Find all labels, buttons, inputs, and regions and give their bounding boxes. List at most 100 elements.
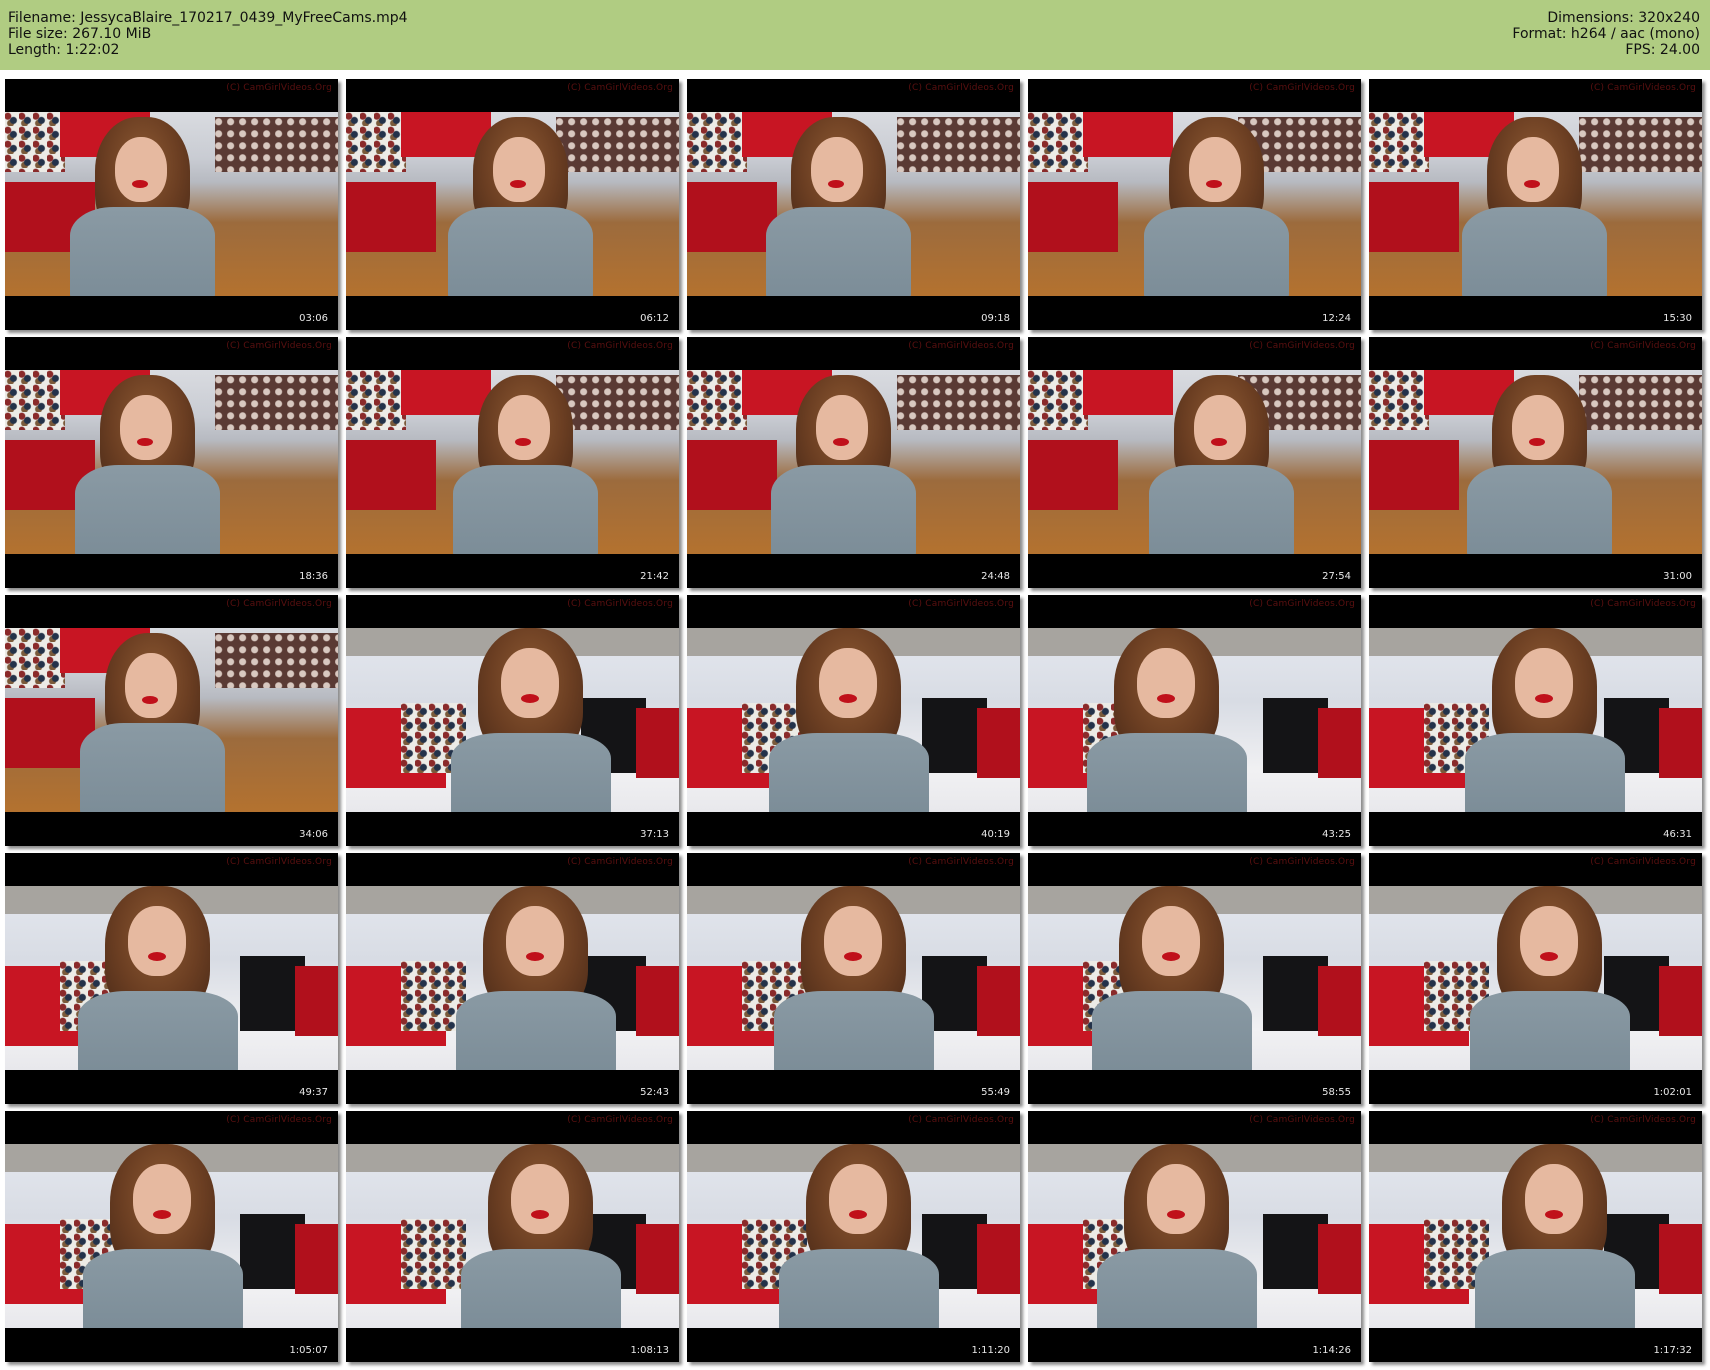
person-top-shape	[75, 465, 220, 554]
video-thumbnail[interactable]: (C) CamGirlVideos.Org 1:14:26	[1028, 1111, 1361, 1362]
video-frame	[346, 886, 679, 1070]
bed-shape	[215, 117, 338, 172]
video-thumbnail[interactable]: (C) CamGirlVideos.Org 1:08:13	[346, 1111, 679, 1362]
timestamp-label: 03:06	[299, 313, 328, 324]
person-top-shape	[766, 207, 911, 296]
video-thumbnail[interactable]: (C) CamGirlVideos.Org 1:02:01	[1369, 853, 1702, 1104]
person-top-shape	[451, 733, 611, 812]
video-thumbnail[interactable]: (C) CamGirlVideos.Org 34:06	[5, 595, 338, 846]
person-face-shape	[493, 137, 545, 202]
sofa-shape	[687, 440, 777, 510]
person-face-shape	[115, 137, 167, 202]
video-thumbnail[interactable]: (C) CamGirlVideos.Org 1:11:20	[687, 1111, 1020, 1362]
person-face-shape	[125, 653, 177, 718]
person-top-shape	[80, 723, 225, 812]
pillow-shape	[5, 370, 65, 430]
timestamp-label: 21:42	[640, 571, 669, 582]
person-lips-shape	[833, 438, 849, 446]
video-thumbnail[interactable]: (C) CamGirlVideos.Org 21:42	[346, 337, 679, 588]
person-lips-shape	[148, 952, 166, 961]
pillow-shape	[1369, 370, 1429, 430]
video-thumbnail[interactable]: (C) CamGirlVideos.Org 1:17:32	[1369, 1111, 1702, 1362]
watermark-text: (C) CamGirlVideos.Org	[1249, 857, 1355, 867]
person-face-shape	[1520, 906, 1578, 976]
sofa-shape	[636, 1224, 679, 1294]
video-thumbnail[interactable]: (C) CamGirlVideos.Org 15:30	[1369, 79, 1702, 330]
person-lips-shape	[510, 180, 526, 188]
timestamp-label: 46:31	[1663, 829, 1692, 840]
video-thumbnail[interactable]: (C) CamGirlVideos.Org 37:13	[346, 595, 679, 846]
person-top-shape	[774, 991, 934, 1070]
video-thumbnail[interactable]: (C) CamGirlVideos.Org 49:37	[5, 853, 338, 1104]
pillow-shape	[401, 1219, 466, 1289]
watermark-text: (C) CamGirlVideos.Org	[1249, 599, 1355, 609]
video-thumbnail[interactable]: (C) CamGirlVideos.Org 40:19	[687, 595, 1020, 846]
video-frame	[1028, 886, 1361, 1070]
bed-shape	[1579, 117, 1702, 172]
video-frame	[1028, 1144, 1361, 1328]
person-top-shape	[1470, 991, 1630, 1070]
watermark-text: (C) CamGirlVideos.Org	[567, 341, 673, 351]
video-thumbnail[interactable]: (C) CamGirlVideos.Org 09:18	[687, 79, 1020, 330]
video-thumbnail[interactable]: (C) CamGirlVideos.Org 58:55	[1028, 853, 1361, 1104]
video-thumbnail[interactable]: (C) CamGirlVideos.Org 52:43	[346, 853, 679, 1104]
person-top-shape	[461, 1249, 621, 1328]
video-thumbnail[interactable]: (C) CamGirlVideos.Org 55:49	[687, 853, 1020, 1104]
person-lips-shape	[137, 438, 153, 446]
video-thumbnail[interactable]: (C) CamGirlVideos.Org 03:06	[5, 79, 338, 330]
watermark-text: (C) CamGirlVideos.Org	[1249, 341, 1355, 351]
video-frame	[5, 886, 338, 1070]
timestamp-label: 1:08:13	[630, 1345, 669, 1356]
sofa-shape	[295, 966, 338, 1036]
pillow-shape	[5, 112, 65, 172]
person-lips-shape	[849, 1210, 867, 1219]
video-thumbnail[interactable]: (C) CamGirlVideos.Org 24:48	[687, 337, 1020, 588]
person-lips-shape	[1529, 438, 1545, 446]
timestamp-label: 55:49	[981, 1087, 1010, 1098]
watermark-text: (C) CamGirlVideos.Org	[567, 83, 673, 93]
format-text: Format: h264 / aac (mono)	[1512, 26, 1700, 42]
person-lips-shape	[1211, 438, 1227, 446]
bed-shape	[897, 117, 1020, 172]
bed-shape	[215, 633, 338, 688]
person-top-shape	[448, 207, 593, 296]
timestamp-label: 40:19	[981, 829, 1010, 840]
video-thumbnail[interactable]: (C) CamGirlVideos.Org 12:24	[1028, 79, 1361, 330]
sofa-shape	[1659, 966, 1702, 1036]
person-lips-shape	[531, 1210, 549, 1219]
fps-text: FPS: 24.00	[1625, 42, 1700, 58]
bed-shape	[215, 375, 338, 430]
video-thumbnail[interactable]: (C) CamGirlVideos.Org 27:54	[1028, 337, 1361, 588]
timestamp-label: 1:05:07	[289, 1345, 328, 1356]
video-thumbnail[interactable]: (C) CamGirlVideos.Org 46:31	[1369, 595, 1702, 846]
sofa-shape	[346, 182, 436, 252]
sofa-shape	[1659, 708, 1702, 778]
person-face-shape	[811, 137, 863, 202]
watermark-text: (C) CamGirlVideos.Org	[226, 83, 332, 93]
sofa-shape	[346, 440, 436, 510]
pillow-shape	[5, 628, 65, 688]
person-top-shape	[456, 991, 616, 1070]
timestamp-label: 27:54	[1322, 571, 1351, 582]
video-frame	[5, 112, 338, 296]
timestamp-label: 1:17:32	[1653, 1345, 1692, 1356]
info-header: Filename: JessycaBlaire_170217_0439_MyFr…	[0, 0, 1710, 70]
person-lips-shape	[1540, 952, 1558, 961]
video-thumbnail[interactable]: (C) CamGirlVideos.Org 06:12	[346, 79, 679, 330]
video-thumbnail[interactable]: (C) CamGirlVideos.Org 18:36	[5, 337, 338, 588]
bed-shape	[897, 375, 1020, 430]
person-lips-shape	[1162, 952, 1180, 961]
video-frame	[1028, 112, 1361, 296]
sofa-shape	[1318, 966, 1361, 1036]
video-thumbnail[interactable]: (C) CamGirlVideos.Org 31:00	[1369, 337, 1702, 588]
timestamp-label: 15:30	[1663, 313, 1692, 324]
watermark-text: (C) CamGirlVideos.Org	[1249, 1115, 1355, 1125]
person-lips-shape	[521, 694, 539, 703]
sofa-shape	[1318, 708, 1361, 778]
timestamp-label: 12:24	[1322, 313, 1351, 324]
video-thumbnail[interactable]: (C) CamGirlVideos.Org 43:25	[1028, 595, 1361, 846]
person-lips-shape	[515, 438, 531, 446]
video-thumbnail[interactable]: (C) CamGirlVideos.Org 1:05:07	[5, 1111, 338, 1362]
watermark-text: (C) CamGirlVideos.Org	[567, 1115, 673, 1125]
person-lips-shape	[1157, 694, 1175, 703]
